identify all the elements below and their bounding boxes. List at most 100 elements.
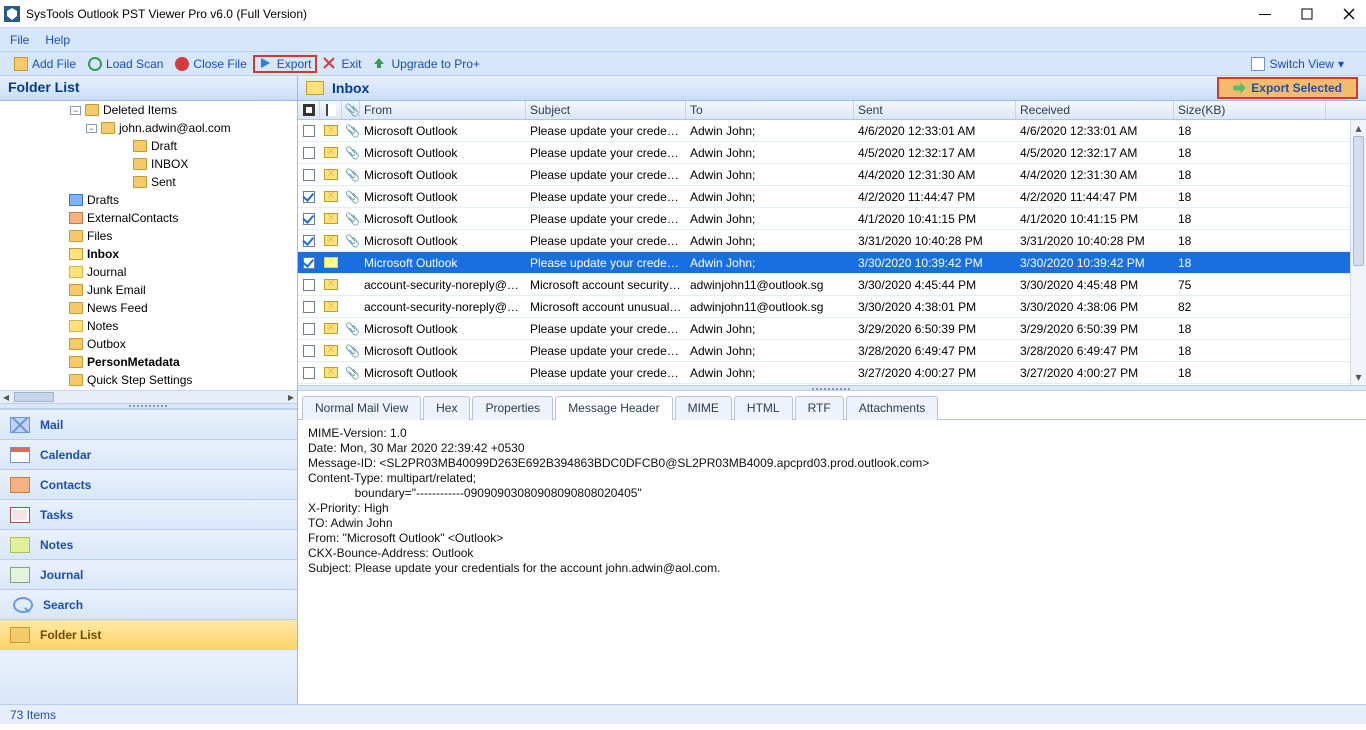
tree-node[interactable]: Outbox: [0, 335, 297, 353]
tree-node[interactable]: Inbox: [0, 245, 297, 263]
row-checkbox[interactable]: [303, 213, 315, 225]
row-checkbox[interactable]: [303, 345, 315, 357]
tree-node[interactable]: Notes: [0, 317, 297, 335]
grid-header[interactable]: 📎 From Subject To Sent Received Size(KB): [298, 101, 1366, 120]
row-checkbox[interactable]: [303, 301, 315, 313]
cell-checkbox[interactable]: [298, 257, 320, 269]
message-row[interactable]: account-security-noreply@a...Microsoft a…: [298, 274, 1366, 296]
col-checkbox[interactable]: [298, 101, 320, 119]
tree-node[interactable]: Junk Email: [0, 281, 297, 299]
row-checkbox[interactable]: [303, 235, 315, 247]
tab-attachments[interactable]: Attachments: [846, 396, 939, 420]
col-size[interactable]: Size(KB): [1174, 101, 1326, 119]
tree-node[interactable]: INBOX: [0, 155, 297, 173]
maximize-button[interactable]: [1300, 7, 1314, 21]
nav-tasks[interactable]: Tasks: [0, 499, 297, 529]
message-row[interactable]: 📎Microsoft OutlookPlease update your cre…: [298, 164, 1366, 186]
minimize-button[interactable]: [1258, 7, 1272, 21]
row-checkbox[interactable]: [303, 169, 315, 181]
cell-from: Microsoft Outlook: [360, 322, 526, 336]
col-subject[interactable]: Subject: [526, 101, 686, 119]
cell-checkbox[interactable]: [298, 169, 320, 181]
tree-scrollbar[interactable]: ◂▸: [0, 391, 297, 403]
tree-node[interactable]: Files: [0, 227, 297, 245]
col-sent[interactable]: Sent: [854, 101, 1016, 119]
col-from[interactable]: From: [360, 101, 526, 119]
tree-twisty-icon[interactable]: −: [70, 106, 81, 115]
cell-checkbox[interactable]: [298, 213, 320, 225]
export-button[interactable]: Export: [253, 55, 318, 73]
tab-normal-mail-view[interactable]: Normal Mail View: [302, 396, 421, 420]
tab-mime[interactable]: MIME: [675, 396, 732, 420]
message-grid[interactable]: 📎Microsoft OutlookPlease update your cre…: [298, 120, 1366, 385]
tree-node[interactable]: Journal: [0, 263, 297, 281]
cell-checkbox[interactable]: [298, 191, 320, 203]
message-row[interactable]: 📎Microsoft OutlookPlease update your cre…: [298, 362, 1366, 384]
close-button[interactable]: [1342, 7, 1356, 21]
nav-folder-list[interactable]: Folder List: [0, 619, 297, 649]
tab-hex[interactable]: Hex: [423, 396, 470, 420]
tree-node[interactable]: Sent: [0, 173, 297, 191]
tree-node[interactable]: Draft: [0, 137, 297, 155]
row-checkbox[interactable]: [303, 367, 315, 379]
upgrade-button[interactable]: Upgrade to Pro+: [367, 55, 485, 73]
menu-file[interactable]: File: [10, 33, 29, 47]
export-selected-button[interactable]: Export Selected: [1217, 77, 1358, 99]
tab-rtf[interactable]: RTF: [795, 396, 844, 420]
cell-from: Microsoft Outlook: [360, 344, 526, 358]
cell-checkbox[interactable]: [298, 367, 320, 379]
message-row[interactable]: 📎Microsoft OutlookPlease update your cre…: [298, 340, 1366, 362]
cell-checkbox[interactable]: [298, 345, 320, 357]
tree-node[interactable]: −Deleted Items: [0, 101, 297, 119]
load-scan-button[interactable]: Load Scan: [82, 55, 169, 73]
tree-node[interactable]: Quick Step Settings: [0, 371, 297, 389]
tree-node[interactable]: PersonMetadata: [0, 353, 297, 371]
col-attachment[interactable]: 📎: [342, 101, 360, 119]
menu-help[interactable]: Help: [45, 33, 70, 47]
col-to[interactable]: To: [686, 101, 854, 119]
message-row[interactable]: 📎Microsoft OutlookPlease update your cre…: [298, 230, 1366, 252]
message-row[interactable]: 📎Microsoft OutlookPlease update your cre…: [298, 142, 1366, 164]
message-row[interactable]: 📎Microsoft OutlookPlease update your cre…: [298, 318, 1366, 340]
message-row[interactable]: Microsoft OutlookPlease update your cred…: [298, 252, 1366, 274]
message-row[interactable]: 📎Microsoft OutlookPlease update your cre…: [298, 208, 1366, 230]
folder-tree[interactable]: −Deleted Items−john.adwin@aol.comDraftIN…: [0, 101, 297, 391]
switch-view-button[interactable]: Switch View▾: [1245, 55, 1350, 73]
tree-node[interactable]: Drafts: [0, 191, 297, 209]
row-checkbox[interactable]: [303, 279, 315, 291]
tab-message-header[interactable]: Message Header: [555, 396, 672, 420]
grid-vscroll[interactable]: ▴▾: [1350, 120, 1366, 385]
cell-checkbox[interactable]: [298, 323, 320, 335]
tree-node[interactable]: −john.adwin@aol.com: [0, 119, 297, 137]
cell-checkbox[interactable]: [298, 301, 320, 313]
col-envelope[interactable]: [320, 101, 342, 119]
row-checkbox[interactable]: [303, 147, 315, 159]
row-checkbox[interactable]: [303, 191, 315, 203]
nav-notes[interactable]: Notes: [0, 529, 297, 559]
add-file-button[interactable]: Add File: [8, 55, 82, 73]
nav-search[interactable]: Search: [0, 589, 297, 619]
col-received[interactable]: Received: [1016, 101, 1174, 119]
row-checkbox[interactable]: [303, 125, 315, 137]
cell-checkbox[interactable]: [298, 235, 320, 247]
message-row[interactable]: 📎Microsoft OutlookPlease update your cre…: [298, 120, 1366, 142]
nav-contacts[interactable]: Contacts: [0, 469, 297, 499]
message-row[interactable]: account-security-noreply@a...Microsoft a…: [298, 296, 1366, 318]
nav-journal[interactable]: Journal: [0, 559, 297, 589]
row-checkbox[interactable]: [303, 257, 315, 269]
exit-button[interactable]: Exit: [317, 55, 367, 73]
tab-html[interactable]: HTML: [734, 396, 793, 420]
row-checkbox[interactable]: [303, 323, 315, 335]
cell-checkbox[interactable]: [298, 279, 320, 291]
close-file-button[interactable]: Close File: [169, 55, 252, 73]
tree-node[interactable]: News Feed: [0, 299, 297, 317]
tab-properties[interactable]: Properties: [472, 396, 553, 420]
cell-checkbox[interactable]: [298, 125, 320, 137]
tree-twisty-icon[interactable]: −: [86, 124, 97, 133]
message-row[interactable]: 📎Microsoft OutlookPlease update your cre…: [298, 186, 1366, 208]
messages-header: Inbox Export Selected: [298, 76, 1366, 101]
nav-mail[interactable]: Mail: [0, 409, 297, 439]
tree-node[interactable]: ExternalContacts: [0, 209, 297, 227]
cell-checkbox[interactable]: [298, 147, 320, 159]
nav-calendar[interactable]: Calendar: [0, 439, 297, 469]
